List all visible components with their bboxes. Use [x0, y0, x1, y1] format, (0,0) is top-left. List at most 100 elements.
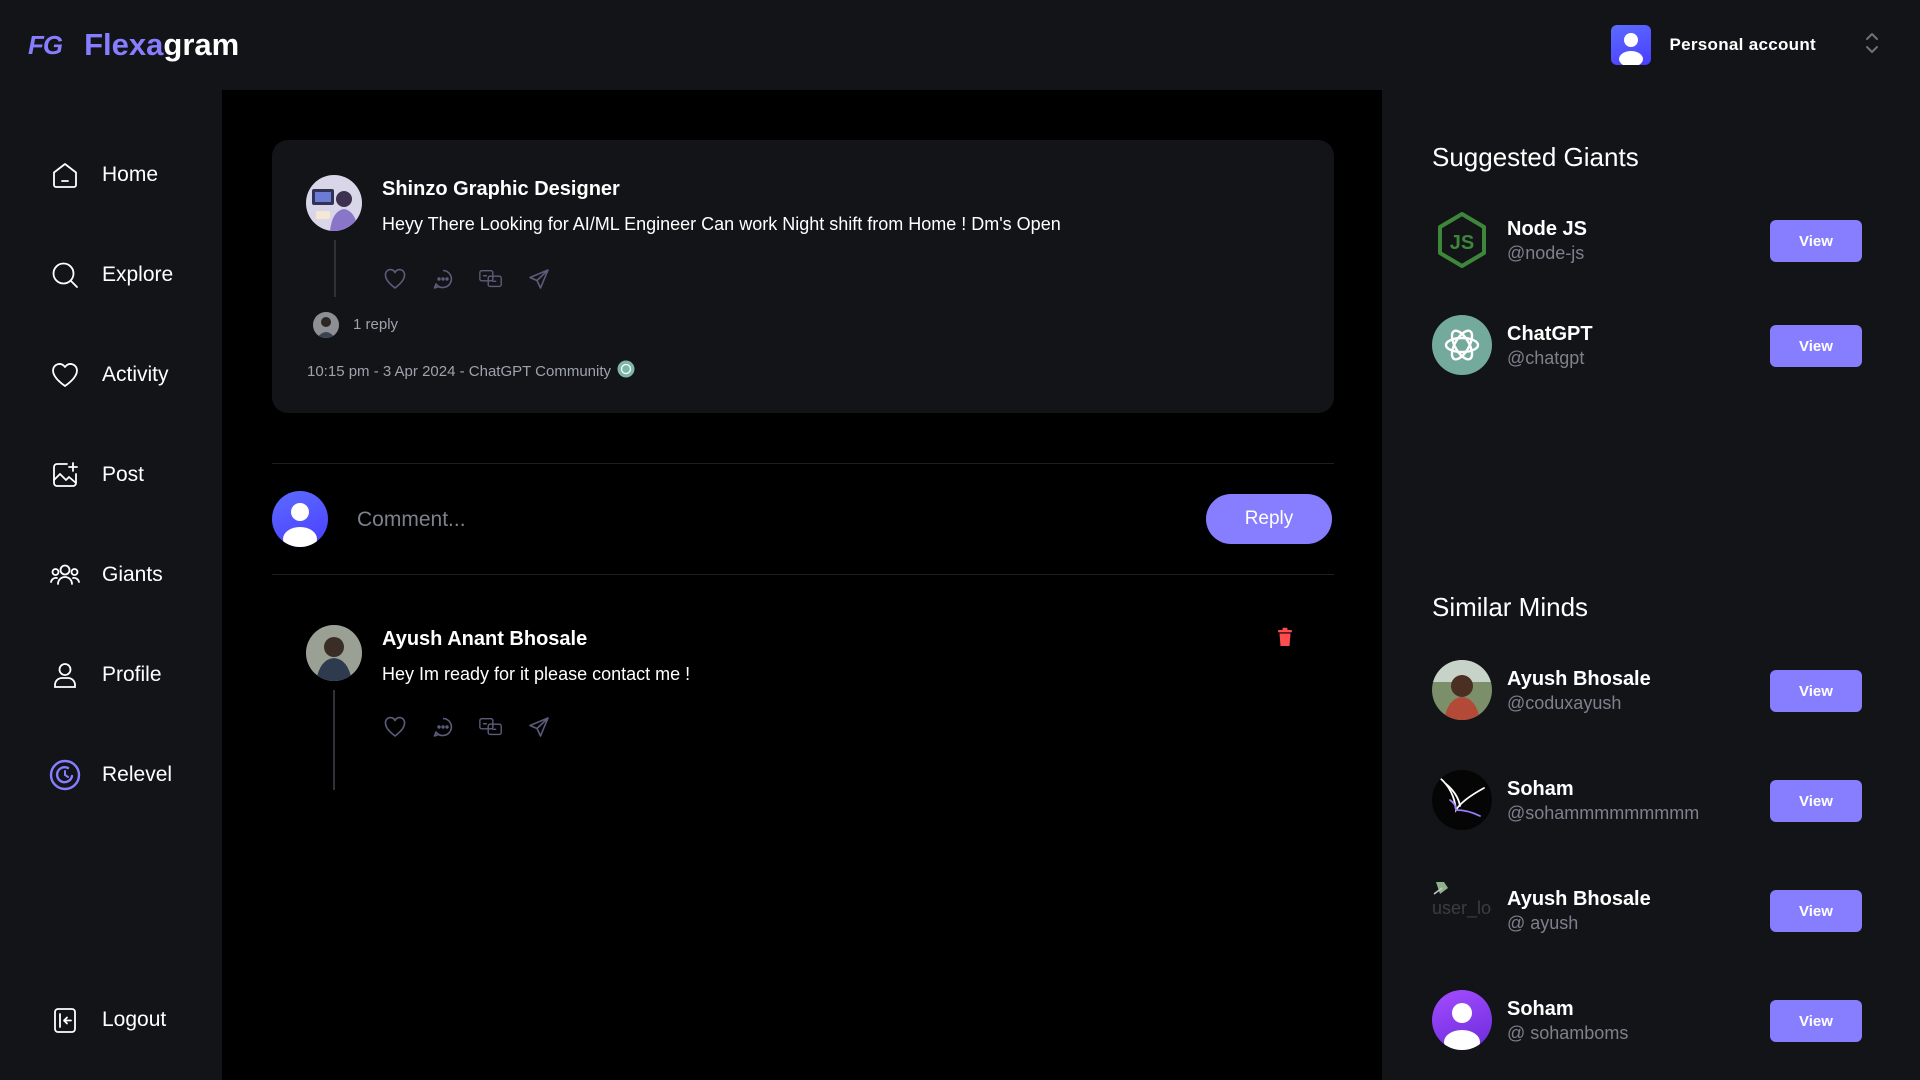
reply-avatar	[313, 312, 339, 338]
similar-user-row[interactable]: Soham @sohammmmmmmmm View	[1432, 770, 1872, 830]
user-name: Soham	[1507, 998, 1574, 1020]
logo-mark: FG	[28, 29, 63, 60]
logout-button[interactable]: Logout	[48, 1000, 166, 1040]
thread-text: Heyy There Looking for AI/ML Engineer Ca…	[382, 214, 1061, 234]
user-handle: @coduxayush	[1507, 693, 1622, 713]
nav-relevel-label: Relevel	[102, 763, 173, 786]
relevel-icon	[48, 758, 82, 792]
logout-label: Logout	[102, 1008, 167, 1031]
similar-user-row[interactable]: user_logo Ayush Bhosale @ ayush View	[1432, 880, 1872, 940]
heart-icon	[48, 358, 82, 392]
comment-author-avatar[interactable]	[306, 625, 362, 681]
thread-connector	[334, 240, 336, 297]
thread-meta-text: 10:15 pm - 3 Apr 2024 - ChatGPT Communit…	[307, 362, 612, 380]
thread-author-name[interactable]: Shinzo Graphic Designer	[382, 178, 620, 201]
thread-meta: 10:15 pm - 3 Apr 2024 - ChatGPT Communit…	[307, 360, 635, 382]
view-button[interactable]: View	[1770, 780, 1862, 822]
users-icon	[48, 558, 82, 592]
user-name: Ayush Bhosale	[1507, 668, 1651, 690]
user-handle: @ ayush	[1507, 913, 1579, 933]
chatgpt-logo-icon	[1432, 315, 1492, 375]
user-avatar	[1432, 990, 1492, 1050]
nav-post-label: Post	[102, 463, 145, 486]
brand[interactable]: FG Flexagram	[28, 27, 239, 63]
comment-input[interactable]	[357, 500, 1187, 540]
nav-giants[interactable]: Giants	[48, 555, 163, 595]
account-switcher[interactable]: Personal account	[1611, 25, 1880, 65]
share-icon[interactable]	[526, 714, 552, 740]
suggested-user-row[interactable]: ChatGPT @chatgpt View	[1432, 315, 1872, 375]
nav-profile-label: Profile	[102, 663, 162, 686]
nav-post[interactable]: Post	[48, 455, 144, 495]
repost-icon[interactable]	[478, 266, 504, 292]
user-handle: @chatgpt	[1507, 348, 1585, 368]
nav-giants-label: Giants	[102, 563, 163, 586]
reply-button[interactable]: Reply	[1206, 494, 1332, 544]
chevron-up-down-icon[interactable]	[1864, 30, 1880, 61]
user-avatar	[1432, 770, 1492, 830]
search-icon	[48, 258, 82, 292]
thread-detail: Shinzo Graphic Designer Heyy There Looki…	[222, 90, 1382, 1080]
view-button[interactable]: View	[1770, 1000, 1862, 1042]
user-name: Ayush Bhosale	[1507, 888, 1651, 910]
similar-minds-title: Similar Minds	[1432, 592, 1589, 622]
app-name-part2: gram	[163, 27, 240, 62]
nav-home[interactable]: Home	[48, 155, 158, 195]
nav-relevel[interactable]: Relevel	[48, 755, 172, 795]
nav-profile[interactable]: Profile	[48, 655, 162, 695]
similar-user-row[interactable]: Soham @ sohamboms View	[1432, 990, 1872, 1050]
divider-bottom	[272, 574, 1334, 575]
logout-icon	[48, 1003, 82, 1037]
app-name: Flexagram	[84, 27, 239, 63]
nav-activity[interactable]: Activity	[48, 355, 169, 395]
comment-author-name[interactable]: Ayush Anant Bhosale	[382, 628, 587, 651]
view-button[interactable]: View	[1770, 220, 1862, 262]
community-icon[interactable]	[617, 360, 635, 382]
nav-explore[interactable]: Explore	[48, 255, 173, 295]
user-name: ChatGPT	[1507, 323, 1593, 345]
view-button[interactable]: View	[1770, 670, 1862, 712]
user-handle: @node-js	[1507, 243, 1585, 263]
composer-avatar	[272, 491, 328, 547]
comment-connector	[333, 690, 335, 790]
user-name: Node JS	[1507, 218, 1588, 240]
reply-count[interactable]: 1 reply	[353, 316, 398, 333]
view-button[interactable]: View	[1770, 890, 1862, 932]
user-handle: @sohammmmmmmmm	[1507, 803, 1700, 823]
user-icon	[48, 658, 82, 692]
view-button[interactable]: View	[1770, 325, 1862, 367]
share-icon[interactable]	[526, 266, 552, 292]
divider-top	[272, 463, 1334, 464]
like-icon[interactable]	[382, 266, 408, 292]
thread-author-avatar[interactable]	[306, 175, 362, 231]
reply-icon[interactable]	[430, 714, 456, 740]
suggested-giants-title: Suggested Giants	[1432, 142, 1639, 172]
similar-user-row[interactable]: Ayush Bhosale @coduxayush View	[1432, 660, 1872, 720]
user-handle: @ sohamboms	[1507, 1023, 1629, 1043]
nav-home-label: Home	[102, 163, 159, 186]
comment-text: Hey Im ready for it please contact me !	[382, 664, 691, 684]
right-sidebar: Suggested Giants JS Node JS @node-js Vie…	[1382, 90, 1920, 1080]
thread-actions	[382, 266, 552, 292]
home-icon	[48, 158, 82, 192]
account-label: Personal account	[1669, 35, 1816, 54]
top-bar: FG Flexagram Personal account	[0, 0, 1920, 90]
comment-actions	[382, 714, 552, 740]
user-name: Soham	[1507, 778, 1574, 800]
nodejs-logo-icon: JS	[1432, 210, 1492, 270]
like-icon[interactable]	[382, 714, 408, 740]
left-sidebar: Home Explore Activity Post Giants Profil…	[0, 90, 222, 1080]
repost-icon[interactable]	[478, 714, 504, 740]
app-name-part1: Flexa	[84, 27, 164, 62]
nav-activity-label: Activity	[102, 363, 169, 386]
broken-image-alt: user_logo	[1432, 898, 1492, 918]
nav-explore-label: Explore	[102, 263, 174, 286]
svg-text:JS: JS	[1450, 232, 1474, 254]
user-avatar	[1432, 660, 1492, 720]
suggested-user-row[interactable]: JS Node JS @node-js View	[1432, 210, 1872, 270]
reply-icon[interactable]	[430, 266, 456, 292]
delete-icon[interactable]	[1276, 627, 1294, 652]
account-avatar	[1611, 25, 1652, 65]
thread-card: Shinzo Graphic Designer Heyy There Looki…	[272, 140, 1334, 413]
image-plus-icon	[48, 458, 82, 492]
